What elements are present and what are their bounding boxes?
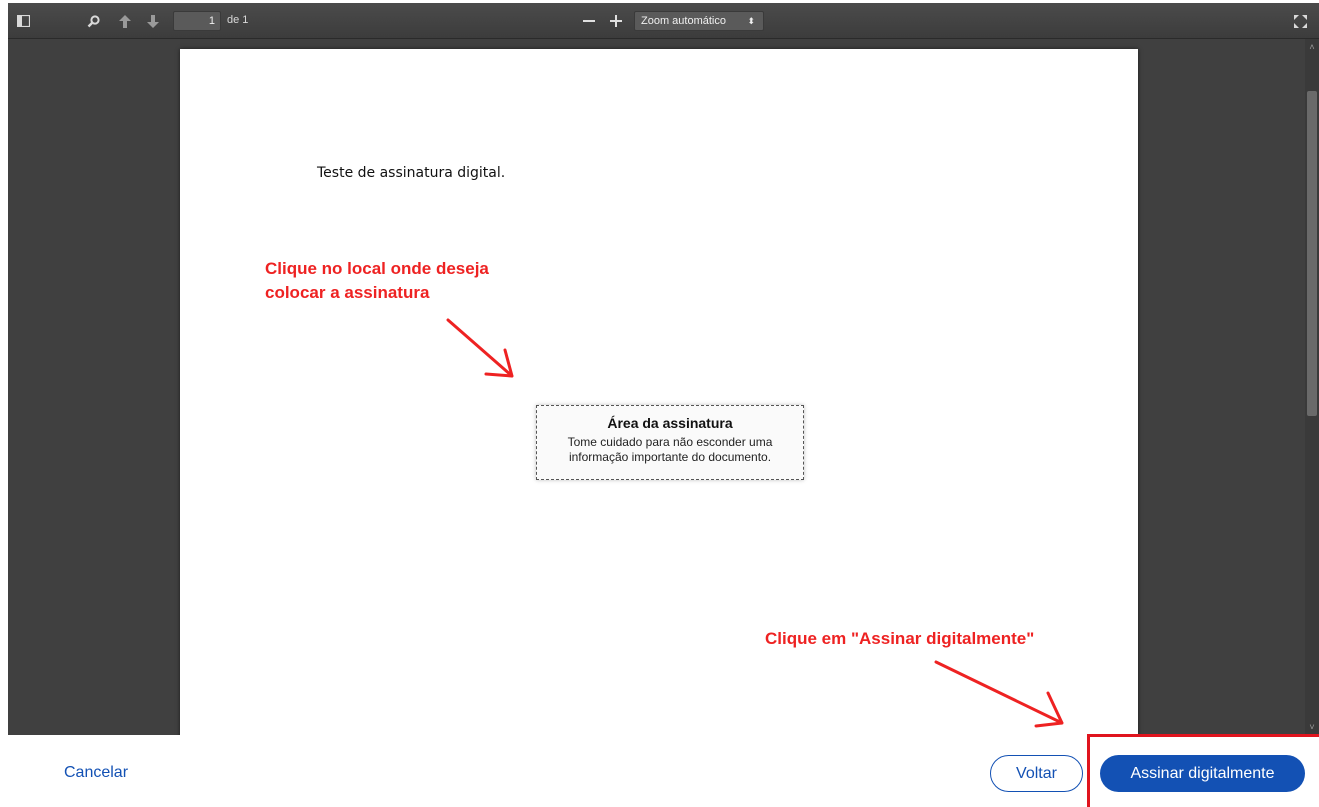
- page-count-label: de 1: [227, 14, 249, 26]
- scrollbar[interactable]: ˄ ˅: [1305, 39, 1319, 735]
- document-text: Teste de assinatura digital.: [317, 165, 506, 181]
- sign-digitally-button[interactable]: Assinar digitalmente: [1100, 755, 1305, 792]
- page-number-input[interactable]: 1: [173, 11, 221, 31]
- annotation-line: colocar a assinatura: [265, 283, 430, 302]
- previous-page-icon[interactable]: [114, 10, 136, 32]
- pdf-toolbar: 1 de 1 Zoom automático ⬍: [8, 3, 1319, 39]
- document-page[interactable]: Teste de assinatura digital. Clique no l…: [180, 49, 1138, 735]
- zoom-select-value: Zoom automático: [641, 15, 726, 27]
- scroll-up-icon[interactable]: ˄: [1307, 42, 1317, 52]
- back-button[interactable]: Voltar: [990, 755, 1083, 792]
- zoom-in-icon[interactable]: [605, 10, 627, 32]
- sidebar-toggle-icon[interactable]: [12, 10, 34, 32]
- scrollbar-thumb[interactable]: [1307, 91, 1317, 416]
- signature-area-title: Área da assinatura: [607, 415, 733, 431]
- next-page-icon[interactable]: [142, 10, 164, 32]
- annotation-click-sign: Clique em "Assinar digitalmente": [765, 629, 1035, 648]
- zoom-select[interactable]: Zoom automático ⬍: [634, 11, 764, 31]
- annotation-place-signature: Clique no local onde deseja colocar a as…: [265, 257, 489, 305]
- scroll-down-icon[interactable]: ˅: [1307, 722, 1317, 732]
- fullscreen-icon[interactable]: [1289, 10, 1311, 32]
- pdf-viewer: 1 de 1 Zoom automático ⬍ Teste de assina…: [8, 3, 1319, 735]
- annotation-line: Clique no local onde deseja: [265, 259, 489, 278]
- signature-area-description: Tome cuidado para não esconder uma infor…: [567, 435, 773, 464]
- search-icon[interactable]: [82, 10, 104, 32]
- cancel-link[interactable]: Cancelar: [64, 764, 128, 782]
- zoom-out-icon[interactable]: [578, 10, 600, 32]
- signature-area[interactable]: Área da assinatura Tome cuidado para não…: [536, 405, 804, 480]
- chevron-updown-icon: ⬍: [747, 16, 755, 26]
